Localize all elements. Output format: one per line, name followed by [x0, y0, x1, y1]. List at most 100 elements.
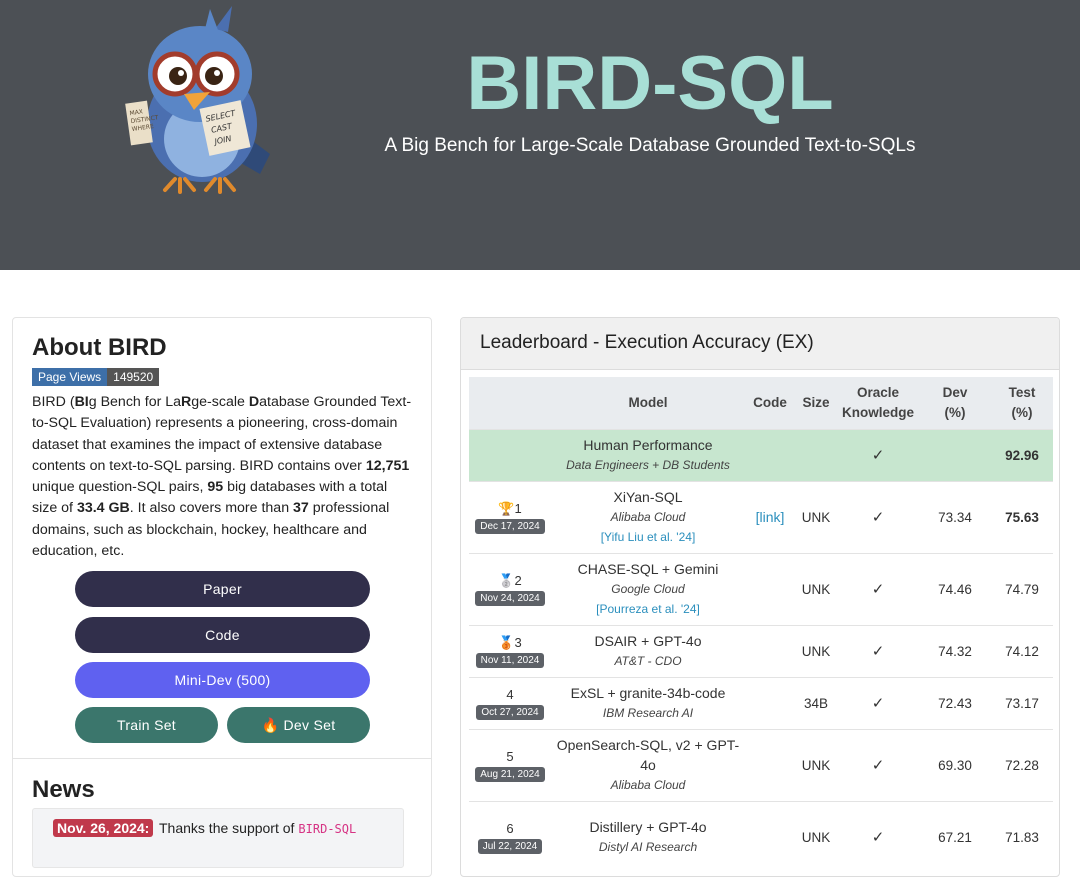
dev-score: 73.34	[919, 480, 991, 553]
oracle-check: ✓	[837, 552, 919, 625]
mini-dev-button[interactable]: Mini-Dev (500)	[75, 662, 370, 698]
oracle-check: ✓	[837, 800, 919, 873]
leaderboard-row: 🥈2 Nov 24, 2024 CHASE-SQL + Gemini Google C…	[469, 552, 1053, 625]
leaderboard-title: Leaderboard - Execution Accuracy (EX)	[480, 332, 814, 353]
rank-label: 6	[506, 820, 514, 836]
page-views-label: Page Views	[32, 368, 108, 386]
size-cell: UNK	[795, 624, 837, 677]
model-org: AT&T - CDO	[614, 654, 682, 668]
model-cell: Distillery + GPT-4o Distyl AI Research	[551, 800, 745, 873]
col-model[interactable]: Model	[551, 377, 745, 429]
page-views-count: 149520	[107, 368, 160, 386]
test-score: 73.17	[991, 676, 1053, 729]
leaderboard-card: Leaderboard - Execution Accuracy (EX) Mo…	[460, 317, 1060, 877]
test-score: 74.79	[991, 552, 1053, 625]
news-code: BIRD-SQL	[298, 822, 357, 836]
rank-label: 5	[506, 748, 514, 764]
bird-mascot-logo: MAXDISTINCTWHERE SELECTCASTJOIN	[125, 6, 270, 194]
rank-cell: 6 Jul 22, 2024	[469, 800, 551, 873]
leaderboard-row: 4 Oct 27, 2024 ExSL + granite-34b-code IBM …	[469, 676, 1053, 729]
date-badge: Jul 22, 2024	[477, 838, 543, 854]
model-name: XiYan-SQL	[613, 489, 683, 505]
human-oracle: ✓	[837, 428, 919, 481]
code-cell	[745, 800, 795, 873]
date-badge: Nov 24, 2024	[475, 590, 545, 606]
model-name: ExSL + granite-34b-code	[570, 685, 726, 701]
rank-cell: 4 Oct 27, 2024	[469, 676, 551, 729]
leaderboard-row: 🏆1 Dec 17, 2024 XiYan-SQL Alibaba Cloud [Yif…	[469, 480, 1053, 553]
model-org: Google Cloud	[611, 582, 685, 596]
model-org: Alibaba Cloud	[610, 778, 686, 792]
test-score: 75.63	[991, 480, 1053, 553]
oracle-check: ✓	[837, 728, 919, 801]
model-name: Distillery + GPT-4o	[589, 819, 707, 836]
model-cell: ExSL + granite-34b-code IBM Research AI	[551, 676, 745, 729]
rank-cell: 🏆1 Dec 17, 2024	[469, 480, 551, 553]
date-badge: Dec 17, 2024	[475, 518, 545, 534]
human-name: Human Performance	[583, 437, 713, 453]
test-score: 74.12	[991, 624, 1053, 677]
model-cell: XiYan-SQL Alibaba Cloud [Yifu Liu et al. '…	[551, 480, 745, 553]
leaderboard-header: Leaderboard - Execution Accuracy (EX)	[461, 318, 1059, 370]
about-description: BIRD (BIg Bench for LaRge-scale Database…	[32, 394, 412, 560]
table-header-row: Model Code Size Oracle Knowledge Dev (%) T…	[469, 377, 1053, 429]
human-rank	[469, 428, 551, 481]
human-code	[745, 428, 795, 481]
rank-label: 🥉3	[498, 634, 522, 650]
size-cell: 34B	[795, 676, 837, 729]
size-cell: UNK	[795, 480, 837, 553]
model-org: Alibaba Cloud	[610, 510, 686, 524]
col-size[interactable]: Size	[795, 377, 837, 429]
rank-cell: 🥈2 Nov 24, 2024	[469, 552, 551, 625]
paper-button[interactable]: Paper	[75, 571, 370, 607]
dev-score: 69.30	[919, 728, 991, 801]
col-code[interactable]: Code	[745, 377, 795, 429]
date-badge: Aug 21, 2024	[475, 766, 545, 782]
dev-score: 74.46	[919, 552, 991, 625]
leaderboard-row: 6 Jul 22, 2024 Distillery + GPT-4o Distyl A…	[469, 800, 1053, 873]
code-cell	[745, 624, 795, 677]
human-test: 92.96	[991, 428, 1053, 481]
news-title: News	[32, 776, 95, 803]
hero-header: MAXDISTINCTWHERE SELECTCASTJOIN BIRD-SQL…	[0, 0, 1080, 270]
col-oracle[interactable]: Oracle Knowledge	[837, 377, 919, 429]
human-org: Data Engineers + DB Students	[566, 458, 730, 472]
model-citation-link[interactable]: [Pourreza et al. '24]	[551, 599, 745, 619]
model-citation-link[interactable]: [Yifu Liu et al. '24]	[551, 527, 745, 547]
human-size	[795, 428, 837, 481]
rank-label: 4	[506, 686, 514, 702]
train-set-button[interactable]: Train Set	[75, 707, 218, 743]
code-cell	[745, 728, 795, 801]
leaderboard-row: 🥉3 Nov 11, 2024 DSAIR + GPT-4o AT&T - CDO UN…	[469, 624, 1053, 677]
code-cell: [link]	[745, 480, 795, 553]
model-cell: CHASE-SQL + Gemini Google Cloud [Pourreza …	[551, 552, 745, 625]
about-card: About BIRD Page Views 149520 BIRD (BIg B…	[12, 317, 432, 877]
oracle-check: ✓	[837, 480, 919, 553]
site-subtitle: A Big Bench for Large-Scale Database Gro…	[384, 135, 916, 156]
rank-label: 🏆1	[498, 500, 522, 516]
col-test[interactable]: Test (%)	[991, 377, 1053, 429]
code-button[interactable]: Code	[75, 617, 370, 653]
dev-set-button[interactable]: 🔥 Dev Set	[227, 707, 370, 743]
rank-label: 🥈2	[498, 572, 522, 588]
leaderboard-table: Model Code Size Oracle Knowledge Dev (%) T…	[469, 377, 1053, 873]
model-cell: OpenSearch-SQL, v2 + GPT-4o Alibaba Cloud	[551, 728, 745, 801]
model-cell: DSAIR + GPT-4o AT&T - CDO	[551, 624, 745, 677]
news-text: Thanks the support of BIRD-SQL	[159, 820, 357, 836]
date-badge: Oct 27, 2024	[476, 704, 544, 720]
human-performance-row: Human Performance Data Engineers + DB St…	[469, 428, 1053, 481]
dev-score: 74.32	[919, 624, 991, 677]
test-score: 71.83	[991, 800, 1053, 873]
human-dev	[919, 428, 991, 481]
dev-score: 72.43	[919, 676, 991, 729]
oracle-check: ✓	[837, 676, 919, 729]
site-title: BIRD-SQL	[466, 41, 834, 126]
size-cell: UNK	[795, 728, 837, 801]
news-item: Nov. 26, 2024: Thanks the support of BIRD…	[32, 808, 404, 868]
col-dev[interactable]: Dev (%)	[919, 377, 991, 429]
model-name: OpenSearch-SQL, v2 + GPT-4o	[556, 737, 740, 773]
model-org: IBM Research AI	[602, 706, 694, 720]
model-name: CHASE-SQL + Gemini	[577, 561, 719, 577]
about-title: About BIRD	[32, 334, 167, 361]
code-link[interactable]: [link]	[756, 509, 785, 525]
